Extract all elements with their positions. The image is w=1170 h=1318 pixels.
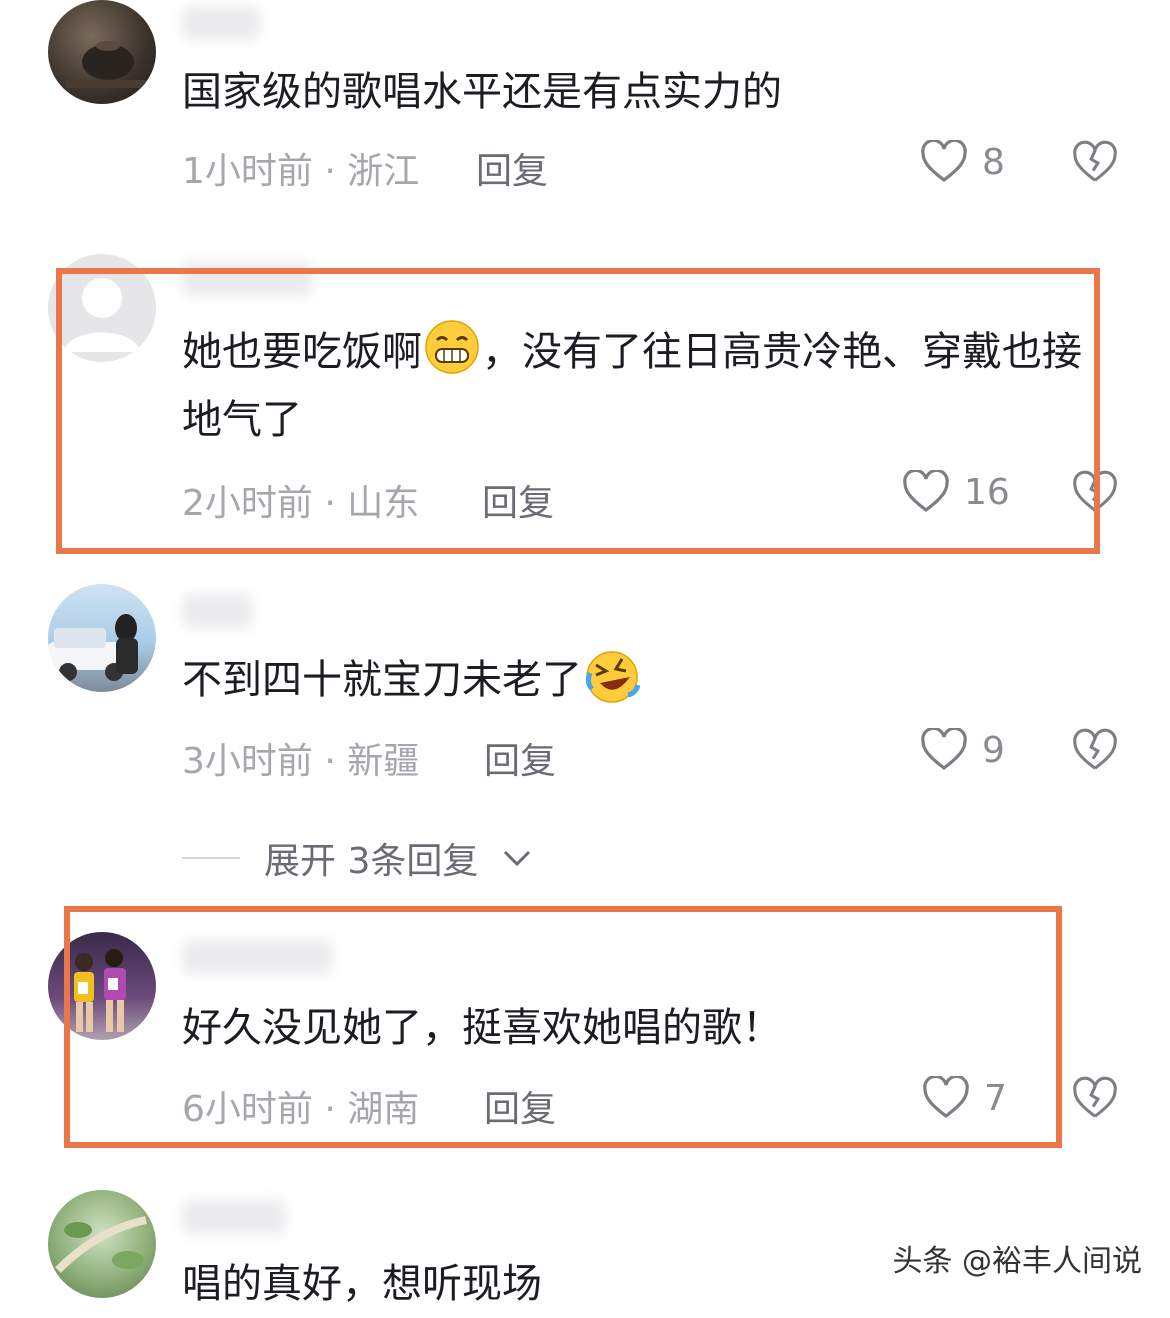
like-count: 9 [982,729,1005,771]
broken-heart-icon[interactable] [1072,1076,1118,1122]
expand-replies-button[interactable]: 展开 3条回复 [182,832,532,884]
like-button[interactable]: 8 [920,140,1005,184]
reply-button[interactable]: 回复 [476,142,548,194]
reply-button[interactable]: 回复 [484,732,556,784]
comment-text: 不到四十就宝刀未老了 [182,646,1092,714]
teapot-icon [66,41,146,88]
avatar[interactable] [48,1190,156,1298]
plant-photo-icon [55,1216,147,1273]
username-blurred[interactable] [182,594,252,628]
broken-heart-icon[interactable] [1072,140,1118,186]
rolling-laughing-emoji-icon [585,651,640,703]
chevron-down-icon [504,850,531,867]
highlight-box [56,268,1100,554]
car-photo-icon [48,614,138,681]
highlight-box [64,906,1062,1148]
divider-line [182,857,240,859]
like-button[interactable]: 9 [920,728,1005,772]
watermark: 头条 @裕丰人间说 [892,1244,1142,1279]
comment-text: 国家级的歌唱水平还是有点实力的 [182,69,782,115]
comment-meta: 3小时前 · 新疆 [182,741,420,782]
heart-icon [921,728,967,771]
avatar[interactable] [48,584,156,692]
username-blurred[interactable] [182,1200,286,1234]
username-blurred[interactable] [182,6,260,40]
comment-meta: 1小时前 · 浙江 [182,151,420,192]
comment-text-part: 不到四十就宝刀未老了 [182,657,582,703]
like-count: 8 [982,141,1005,183]
heart-icon [921,140,967,183]
avatar[interactable] [48,0,156,104]
expand-replies-label: 展开 3条回复 [264,841,479,882]
broken-heart-icon[interactable] [1072,728,1118,774]
